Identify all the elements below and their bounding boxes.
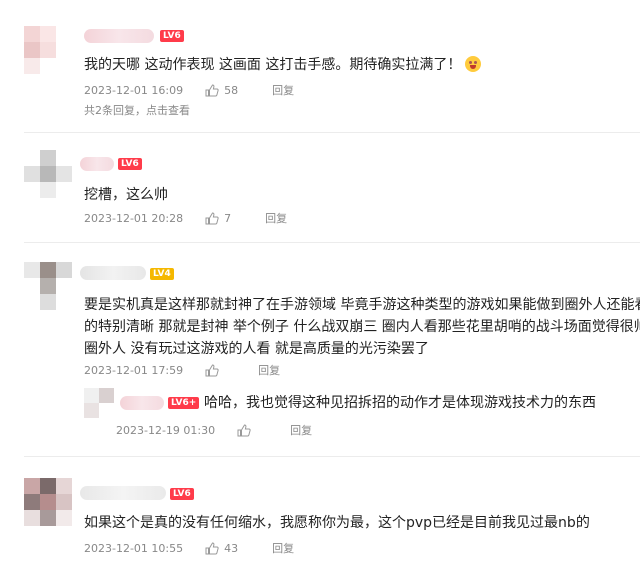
comment-section: LV6 我的天哪 这动作表现 这画面 这打击手感。期待确实拉满了！ 2023-1…	[0, 0, 640, 569]
comment-meta: 2023-12-01 16:09 58 回复	[84, 82, 294, 98]
comment-meta: 2023-12-01 20:28 7 回复	[84, 210, 287, 226]
like-count: 58	[224, 83, 239, 97]
thumbs-up-icon	[205, 211, 219, 224]
level-badge: LV6	[160, 30, 184, 42]
reply-button[interactable]: 回复	[258, 362, 280, 378]
like-button[interactable]: 43	[205, 542, 238, 555]
divider	[24, 132, 640, 133]
thumbs-up-icon	[205, 541, 219, 554]
comment-text: 我的天哪 这动作表现 这画面 这打击手感。期待确实拉满了！	[84, 54, 482, 76]
thumbs-up-icon	[205, 363, 219, 376]
level-badge: LV6	[170, 488, 194, 500]
comment-date: 2023-12-01 17:59	[84, 363, 184, 377]
reply-button[interactable]: 回复	[272, 540, 294, 556]
divider	[24, 242, 640, 243]
avatar[interactable]	[24, 26, 72, 74]
reply-text: 哈哈，我也觉得这种见招拆招的动作才是体现游戏技术力的东西	[204, 395, 596, 411]
comment-meta: 2023-12-01 10:55 43 回复	[84, 540, 294, 556]
reply-button[interactable]: 回复	[272, 82, 294, 98]
divider	[24, 456, 640, 457]
comment-text: 如果这个是真的没有任何缩水，我愿称你为最，这个pvp已经是目前我见过最nb的	[84, 515, 590, 531]
avatar[interactable]	[24, 150, 72, 198]
avatar[interactable]	[24, 262, 72, 310]
like-button[interactable]	[237, 423, 256, 437]
username[interactable]	[80, 486, 166, 500]
reply-date: 2023-12-19 01:30	[116, 423, 216, 437]
like-button[interactable]: 58	[205, 84, 238, 97]
shocked-emoji-icon	[465, 56, 482, 72]
username[interactable]	[80, 157, 114, 171]
reply-username[interactable]	[120, 396, 164, 410]
level-badge: LV4	[150, 268, 174, 280]
comment-date: 2023-12-01 20:28	[84, 211, 184, 225]
comment-date: 2023-12-01 10:55	[84, 541, 184, 555]
like-count: 7	[224, 211, 232, 225]
avatar[interactable]	[24, 478, 72, 526]
comment-meta: 2023-12-01 17:59 回复	[84, 362, 280, 378]
level-badge: LV6	[118, 158, 142, 170]
reply-avatar[interactable]	[84, 388, 114, 418]
username[interactable]	[84, 29, 154, 43]
username[interactable]	[80, 266, 146, 280]
comment-text: 挖槽，这么帅	[84, 187, 168, 203]
comment-text: 要是实机真是这样那就封神了在手游领域 毕竟手游这种类型的游戏如果能做到圈外人还能…	[84, 297, 640, 357]
comment-date: 2023-12-01 16:09	[84, 83, 184, 97]
reply-button[interactable]: 回复	[265, 210, 287, 226]
like-button[interactable]	[205, 363, 224, 377]
reply-button[interactable]: 回复	[290, 422, 312, 438]
view-replies-link[interactable]: 共2条回复，点击查看	[84, 102, 190, 118]
like-button[interactable]: 7	[205, 212, 231, 225]
thumbs-up-icon	[237, 423, 251, 436]
thumbs-up-icon	[205, 83, 219, 96]
like-count: 43	[224, 541, 239, 555]
level-badge: LV6+	[168, 397, 200, 409]
reply-meta: 2023-12-19 01:30 回复	[116, 422, 312, 438]
